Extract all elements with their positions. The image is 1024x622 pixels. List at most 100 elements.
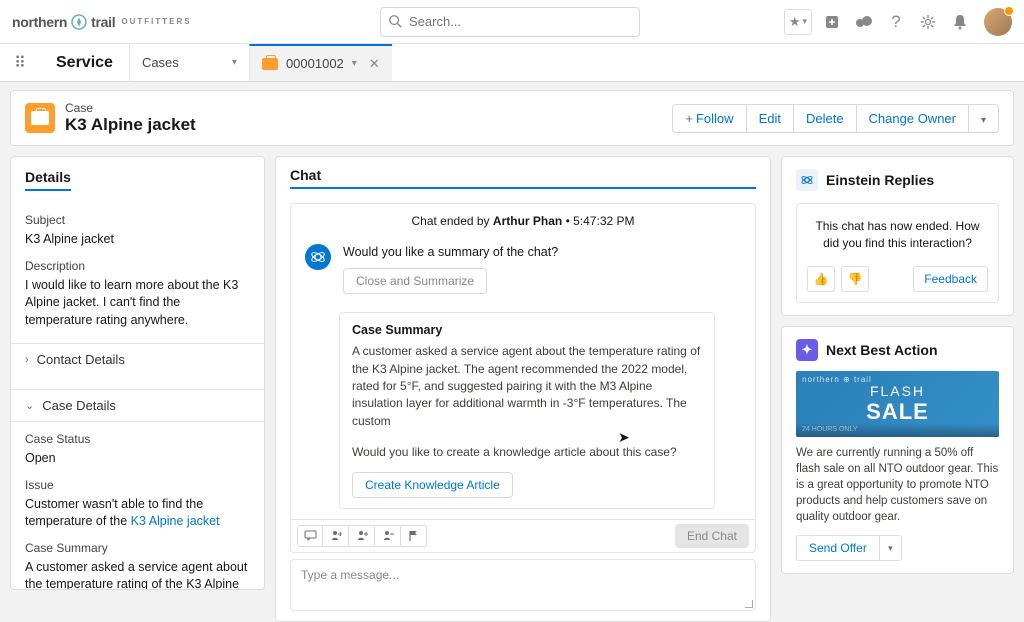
send-offer-dropdown[interactable]: ▾ bbox=[880, 535, 902, 561]
left-column: Details Subject K3 Alpine jacket Descrip… bbox=[10, 156, 265, 590]
field-label-summary: Case Summary bbox=[25, 541, 250, 555]
brand-sub: OUTFITTERS bbox=[121, 17, 191, 26]
issue-link[interactable]: K3 Alpine jacket bbox=[131, 514, 220, 528]
accordion-case-details[interactable]: ⌄ Case Details bbox=[11, 389, 264, 422]
close-summarize-button[interactable]: Close and Summarize bbox=[343, 268, 487, 294]
object-label: Case bbox=[65, 101, 672, 115]
field-value-status: Open bbox=[25, 450, 250, 468]
details-card: Details Subject K3 Alpine jacket Descrip… bbox=[10, 156, 265, 590]
summary-text: A customer asked a service agent about t… bbox=[352, 343, 702, 430]
feedback-row: 👍 👎 Feedback bbox=[807, 266, 988, 292]
nav-tab-case-record[interactable]: 00001002 ▾ ✕ bbox=[249, 44, 392, 81]
search-container bbox=[380, 7, 640, 37]
ended-by-name: Arthur Phan bbox=[493, 214, 562, 228]
transfer-icon[interactable] bbox=[323, 525, 349, 547]
compass-icon bbox=[71, 14, 87, 30]
end-chat-button[interactable]: End Chat bbox=[675, 524, 749, 548]
field-value-subject: K3 Alpine jacket bbox=[25, 231, 250, 249]
gear-icon[interactable] bbox=[916, 10, 940, 34]
chat-toolbar: End Chat bbox=[291, 519, 755, 552]
accordion-contact-details[interactable]: ›Contact Details bbox=[11, 343, 264, 375]
field-label-description: Description bbox=[25, 259, 250, 273]
question-icon[interactable]: ? bbox=[884, 10, 908, 34]
einstein-avatar-icon bbox=[305, 244, 331, 270]
einstein-icon bbox=[796, 169, 818, 191]
content-columns: Details Subject K3 Alpine jacket Descrip… bbox=[0, 156, 1024, 600]
nav-tab-label: Cases bbox=[142, 55, 179, 70]
chevron-down-icon[interactable]: ▾ bbox=[352, 58, 357, 69]
flag-icon[interactable] bbox=[401, 525, 427, 547]
follow-button[interactable]: +Follow bbox=[672, 104, 746, 133]
flash-sale-banner: northern ⊕ trail FLASH SALE 24 HOURS ONL… bbox=[796, 371, 999, 437]
einstein-replies-card: Einstein Replies This chat has now ended… bbox=[781, 156, 1014, 316]
more-actions-button[interactable] bbox=[969, 104, 999, 133]
add-user-icon[interactable] bbox=[349, 525, 375, 547]
favorites-menu[interactable]: ★ ▾ bbox=[784, 9, 812, 35]
nba-description: We are currently running a 50% off flash… bbox=[796, 445, 999, 525]
change-owner-button[interactable]: Change Owner bbox=[857, 104, 969, 133]
salesforce-help-icon[interactable] bbox=[852, 10, 876, 34]
action-buttons: +Follow Edit Delete Change Owner bbox=[672, 104, 999, 133]
thumbs-down-icon[interactable]: 👎 bbox=[841, 266, 869, 292]
close-icon[interactable]: ✕ bbox=[369, 56, 380, 72]
nav-bar: ⠿ Service Cases ▾ 00001002 ▾ ✕ bbox=[0, 44, 1024, 82]
edit-button[interactable]: Edit bbox=[747, 104, 794, 133]
app-name: Service bbox=[40, 44, 129, 81]
thumbs-up-icon[interactable]: 👍 bbox=[807, 266, 835, 292]
einstein-message: Would you like a summary of the chat? Cl… bbox=[291, 238, 755, 306]
accordion-label: Case Details bbox=[42, 398, 116, 413]
field-value-summary: A customer asked a service agent about t… bbox=[25, 559, 250, 591]
add-icon[interactable] bbox=[820, 10, 844, 34]
field-value-description: I would like to learn more about the K3 … bbox=[25, 277, 250, 330]
chat-ended-notice: Chat ended by Arthur Phan • 5:47:32 PM bbox=[291, 204, 755, 238]
brand-logo: northern trail OUTFITTERS bbox=[12, 14, 192, 30]
page-title: K3 Alpine jacket bbox=[65, 115, 672, 135]
field-label-status: Case Status bbox=[25, 432, 250, 446]
record-header-text: Case K3 Alpine jacket bbox=[65, 101, 672, 135]
feedback-prompt: This chat has now ended. How did you fin… bbox=[807, 218, 988, 252]
brand-name-1: northern bbox=[12, 14, 67, 30]
einstein-replies-header: Einstein Replies bbox=[796, 169, 999, 191]
global-search-input[interactable] bbox=[380, 7, 640, 37]
bell-icon[interactable] bbox=[948, 10, 972, 34]
accordion-label: Contact Details bbox=[37, 352, 125, 367]
summary-title: Case Summary bbox=[352, 323, 702, 337]
chat-tab[interactable]: Chat bbox=[290, 167, 756, 189]
header-utility: ★ ▾ ? bbox=[784, 8, 1012, 36]
app-launcher-icon[interactable]: ⠿ bbox=[0, 44, 40, 81]
remove-user-icon[interactable] bbox=[375, 525, 401, 547]
chevron-down-icon[interactable]: ▾ bbox=[232, 57, 237, 68]
field-label-subject: Subject bbox=[25, 213, 250, 227]
case-icon bbox=[25, 103, 55, 133]
quick-text-icon[interactable] bbox=[297, 525, 323, 547]
flash-text: FLASH bbox=[870, 383, 925, 399]
nba-icon: ✦ bbox=[796, 339, 818, 361]
nba-title: Next Best Action bbox=[826, 342, 938, 358]
highlights-panel: Case K3 Alpine jacket +Follow Edit Delet… bbox=[10, 90, 1014, 146]
search-icon bbox=[388, 14, 402, 31]
nba-header: ✦ Next Best Action bbox=[796, 339, 999, 361]
details-tab[interactable]: Details bbox=[25, 169, 71, 191]
nav-tab-cases[interactable]: Cases ▾ bbox=[129, 44, 249, 81]
briefcase-icon bbox=[262, 58, 278, 70]
chevron-down-icon: ⌄ bbox=[25, 399, 34, 412]
delete-button[interactable]: Delete bbox=[794, 104, 857, 133]
right-column: Einstein Replies This chat has now ended… bbox=[781, 156, 1014, 590]
einstein-body: This chat has now ended. How did you fin… bbox=[796, 203, 999, 303]
nav-tab-label: 00001002 bbox=[286, 56, 344, 71]
brand-name-2: trail bbox=[91, 14, 115, 30]
button-label: Follow bbox=[696, 111, 734, 126]
resize-handle-icon[interactable] bbox=[745, 600, 753, 608]
create-knowledge-button[interactable]: Create Knowledge Article bbox=[352, 472, 513, 498]
send-offer-button[interactable]: Send Offer bbox=[796, 535, 880, 561]
message-input[interactable]: Type a message... bbox=[290, 559, 756, 611]
user-avatar[interactable] bbox=[984, 8, 1012, 36]
einstein-title: Einstein Replies bbox=[826, 172, 934, 188]
sale-text: SALE bbox=[866, 399, 929, 425]
next-best-action-card: ✦ Next Best Action northern ⊕ trail FLAS… bbox=[781, 326, 1014, 574]
ended-time: 5:47:32 PM bbox=[573, 214, 634, 228]
send-offer-row: Send Offer ▾ bbox=[796, 535, 999, 561]
bubble-content: Would you like a summary of the chat? Cl… bbox=[343, 244, 558, 294]
field-value-issue: Customer wasn't able to find the tempera… bbox=[25, 496, 250, 531]
feedback-button[interactable]: Feedback bbox=[913, 266, 988, 292]
